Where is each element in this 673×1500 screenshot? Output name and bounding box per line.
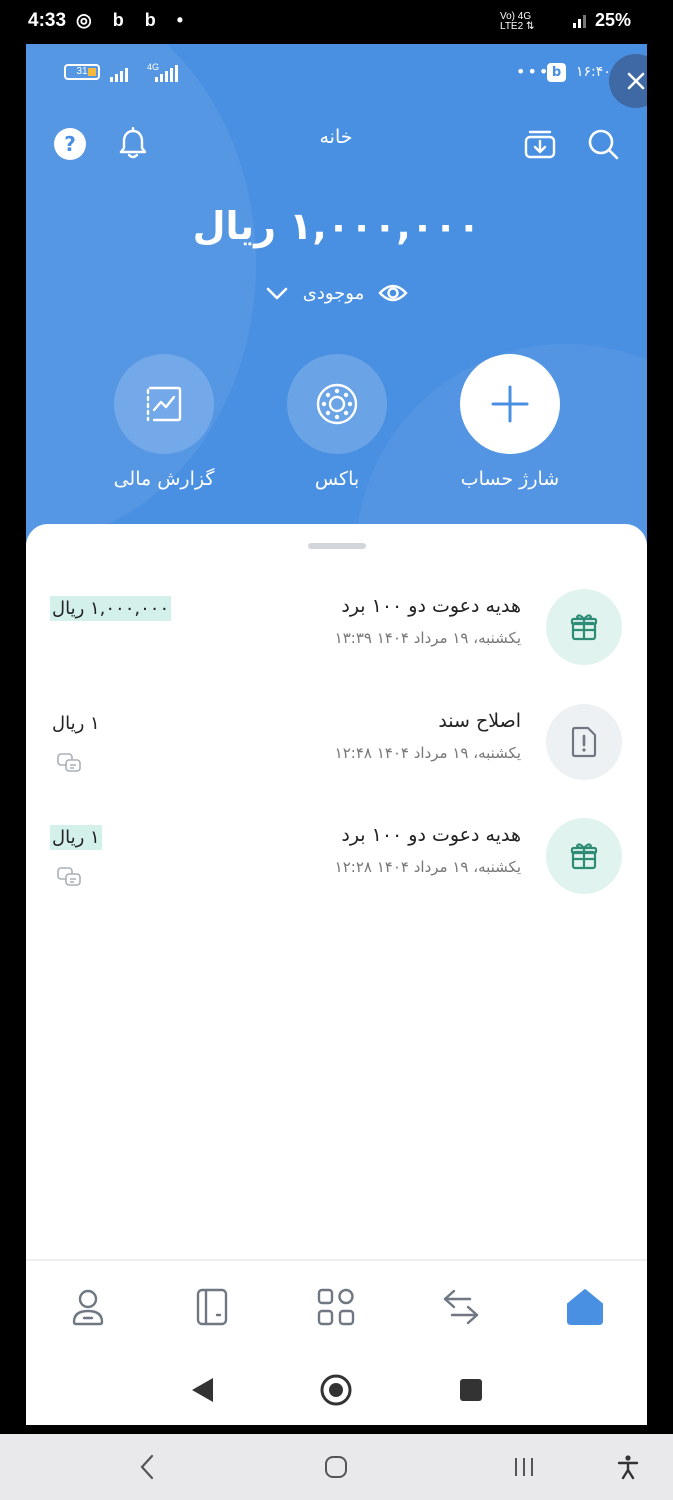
nav-transfer[interactable]: [431, 1279, 491, 1335]
transaction-title: هدیه دعوت دو ۱۰۰ برد: [341, 595, 521, 617]
device-battery: 25%: [595, 10, 632, 30]
document-alert-icon: [571, 726, 597, 758]
back-button[interactable]: [184, 1372, 220, 1408]
search-button[interactable]: [583, 124, 623, 164]
app-status-time: ۱۶:۴۰: [576, 64, 611, 80]
transaction-row[interactable]: اصلاح سند یکشنبه، ۱۹ مرداد ۱۴۰۴ ۱۲:۴۸ ۱ …: [26, 682, 647, 792]
balance-amount: ۱,۰۰۰,۰۰۰ ریال: [192, 204, 481, 248]
transaction-icon-wrap: [546, 818, 622, 894]
box-button[interactable]: باکس: [257, 354, 417, 490]
home-system-button[interactable]: [318, 1372, 354, 1408]
help-icon: ?: [54, 128, 86, 160]
nav-services[interactable]: [306, 1279, 366, 1335]
transaction-amount: ۱ ریال: [50, 825, 102, 850]
hero-section: 31 4G ••• b ۱۶:۴۰ ? خانه ۱,۰۰۰,۰۰۰ ریال …: [26, 44, 647, 544]
app-screen: 31 4G ••• b ۱۶:۴۰ ? خانه ۱,۰۰۰,۰۰۰ ریال …: [26, 44, 647, 1425]
transaction-row[interactable]: هدیه دعوت دو ۱۰۰ برد یکشنبه، ۱۹ مرداد ۱۴…: [26, 567, 647, 677]
close-icon: [627, 72, 645, 90]
rounded-square-icon: [325, 1456, 347, 1478]
app-status-bar: 31 4G ••• b ۱۶:۴۰: [26, 62, 647, 86]
device-time: 4:33: [28, 10, 67, 31]
chevron-down-icon: [266, 287, 288, 300]
device-back-button[interactable]: [132, 1452, 162, 1482]
network-type: 4G: [147, 62, 160, 72]
card-icon: [196, 1288, 228, 1326]
transactions-sheet: هدیه دعوت دو ۱۰۰ برد یکشنبه، ۱۹ مرداد ۱۴…: [26, 524, 647, 1264]
nav-cards[interactable]: [182, 1279, 242, 1335]
svg-text:?: ?: [64, 132, 76, 156]
grid-icon: [317, 1288, 355, 1326]
app-badge-icon: b: [547, 63, 566, 82]
accessibility-icon: [617, 1455, 639, 1480]
message-icon: [57, 753, 81, 772]
home-icon: [567, 1289, 603, 1325]
transaction-date: یکشنبه، ۱۹ مرداد ۱۴۰۴ ۱۲:۲۸: [334, 858, 521, 876]
recents-lines-icon: [515, 1458, 533, 1476]
receive-button[interactable]: [520, 124, 560, 164]
square-icon: [460, 1379, 482, 1401]
plus-icon: [491, 385, 529, 423]
nav-home[interactable]: [555, 1279, 615, 1335]
transaction-amount: ۱,۰۰۰,۰۰۰ ریال: [50, 596, 172, 621]
device-recents-button[interactable]: [509, 1452, 539, 1482]
transaction-date: یکشنبه، ۱۹ مرداد ۱۴۰۴ ۱۳:۳۹: [334, 629, 521, 647]
bottom-navigation: [26, 1261, 647, 1361]
notifications-button[interactable]: [113, 124, 153, 164]
transaction-title: هدیه دعوت دو ۱۰۰ برد: [341, 824, 521, 846]
chevron-left-icon: [140, 1454, 154, 1480]
sheet-handle[interactable]: [308, 543, 366, 549]
back-triangle-icon: [192, 1378, 213, 1402]
embedded-system-nav: [26, 1354, 647, 1425]
box-icon: [316, 383, 358, 425]
nav-profile[interactable]: [58, 1279, 118, 1335]
action-label: شارژ حساب: [460, 468, 560, 490]
accessibility-button[interactable]: [613, 1452, 643, 1482]
user-icon: [72, 1289, 104, 1326]
balance-toggle[interactable]: موجودی: [26, 278, 647, 308]
device-home-button[interactable]: [321, 1452, 351, 1482]
help-button[interactable]: ?: [50, 124, 90, 164]
charge-account-button[interactable]: شارژ حساب: [430, 354, 590, 490]
battery-icon: 31: [64, 64, 100, 80]
chart-icon: [146, 386, 182, 422]
more-dots-icon: •••: [516, 62, 551, 81]
home-circle-icon: [320, 1374, 352, 1406]
financial-report-button[interactable]: گزارش مالی: [84, 354, 244, 490]
device-navigation-bar: [0, 1434, 673, 1500]
page-title: خانه: [319, 126, 353, 148]
transaction-icon-wrap: [546, 589, 622, 665]
balance-label: موجودی: [302, 282, 365, 304]
recents-button[interactable]: [453, 1372, 489, 1408]
transaction-date: یکشنبه، ۱۹ مرداد ۱۴۰۴ ۱۲:۴۸: [334, 744, 521, 762]
transaction-amount: ۱ ریال: [52, 713, 100, 734]
action-label: گزارش مالی: [113, 468, 215, 490]
gift-icon: [570, 843, 598, 870]
transfer-icon: [443, 1289, 479, 1325]
device-status-bar: 4:33 ◎ b b • Vo) 4G LTE2 ⇅ 25%: [0, 0, 673, 44]
eye-icon: [378, 284, 408, 302]
download-tray-icon: [524, 130, 556, 159]
transaction-title: اصلاح سند: [438, 710, 521, 732]
transaction-icon-wrap: [546, 704, 622, 780]
bell-icon: [119, 127, 147, 159]
search-icon: [588, 129, 619, 160]
network-indicator: Vo) 4G LTE2 ⇅: [500, 11, 535, 32]
message-icon: [57, 867, 81, 886]
signal-icon: [573, 15, 586, 28]
notification-icons: ◎ b b •: [76, 10, 192, 30]
transaction-row[interactable]: هدیه دعوت دو ۱۰۰ برد یکشنبه، ۱۹ مرداد ۱۴…: [26, 796, 647, 906]
gift-icon: [570, 614, 598, 641]
action-label: باکس: [314, 468, 360, 490]
